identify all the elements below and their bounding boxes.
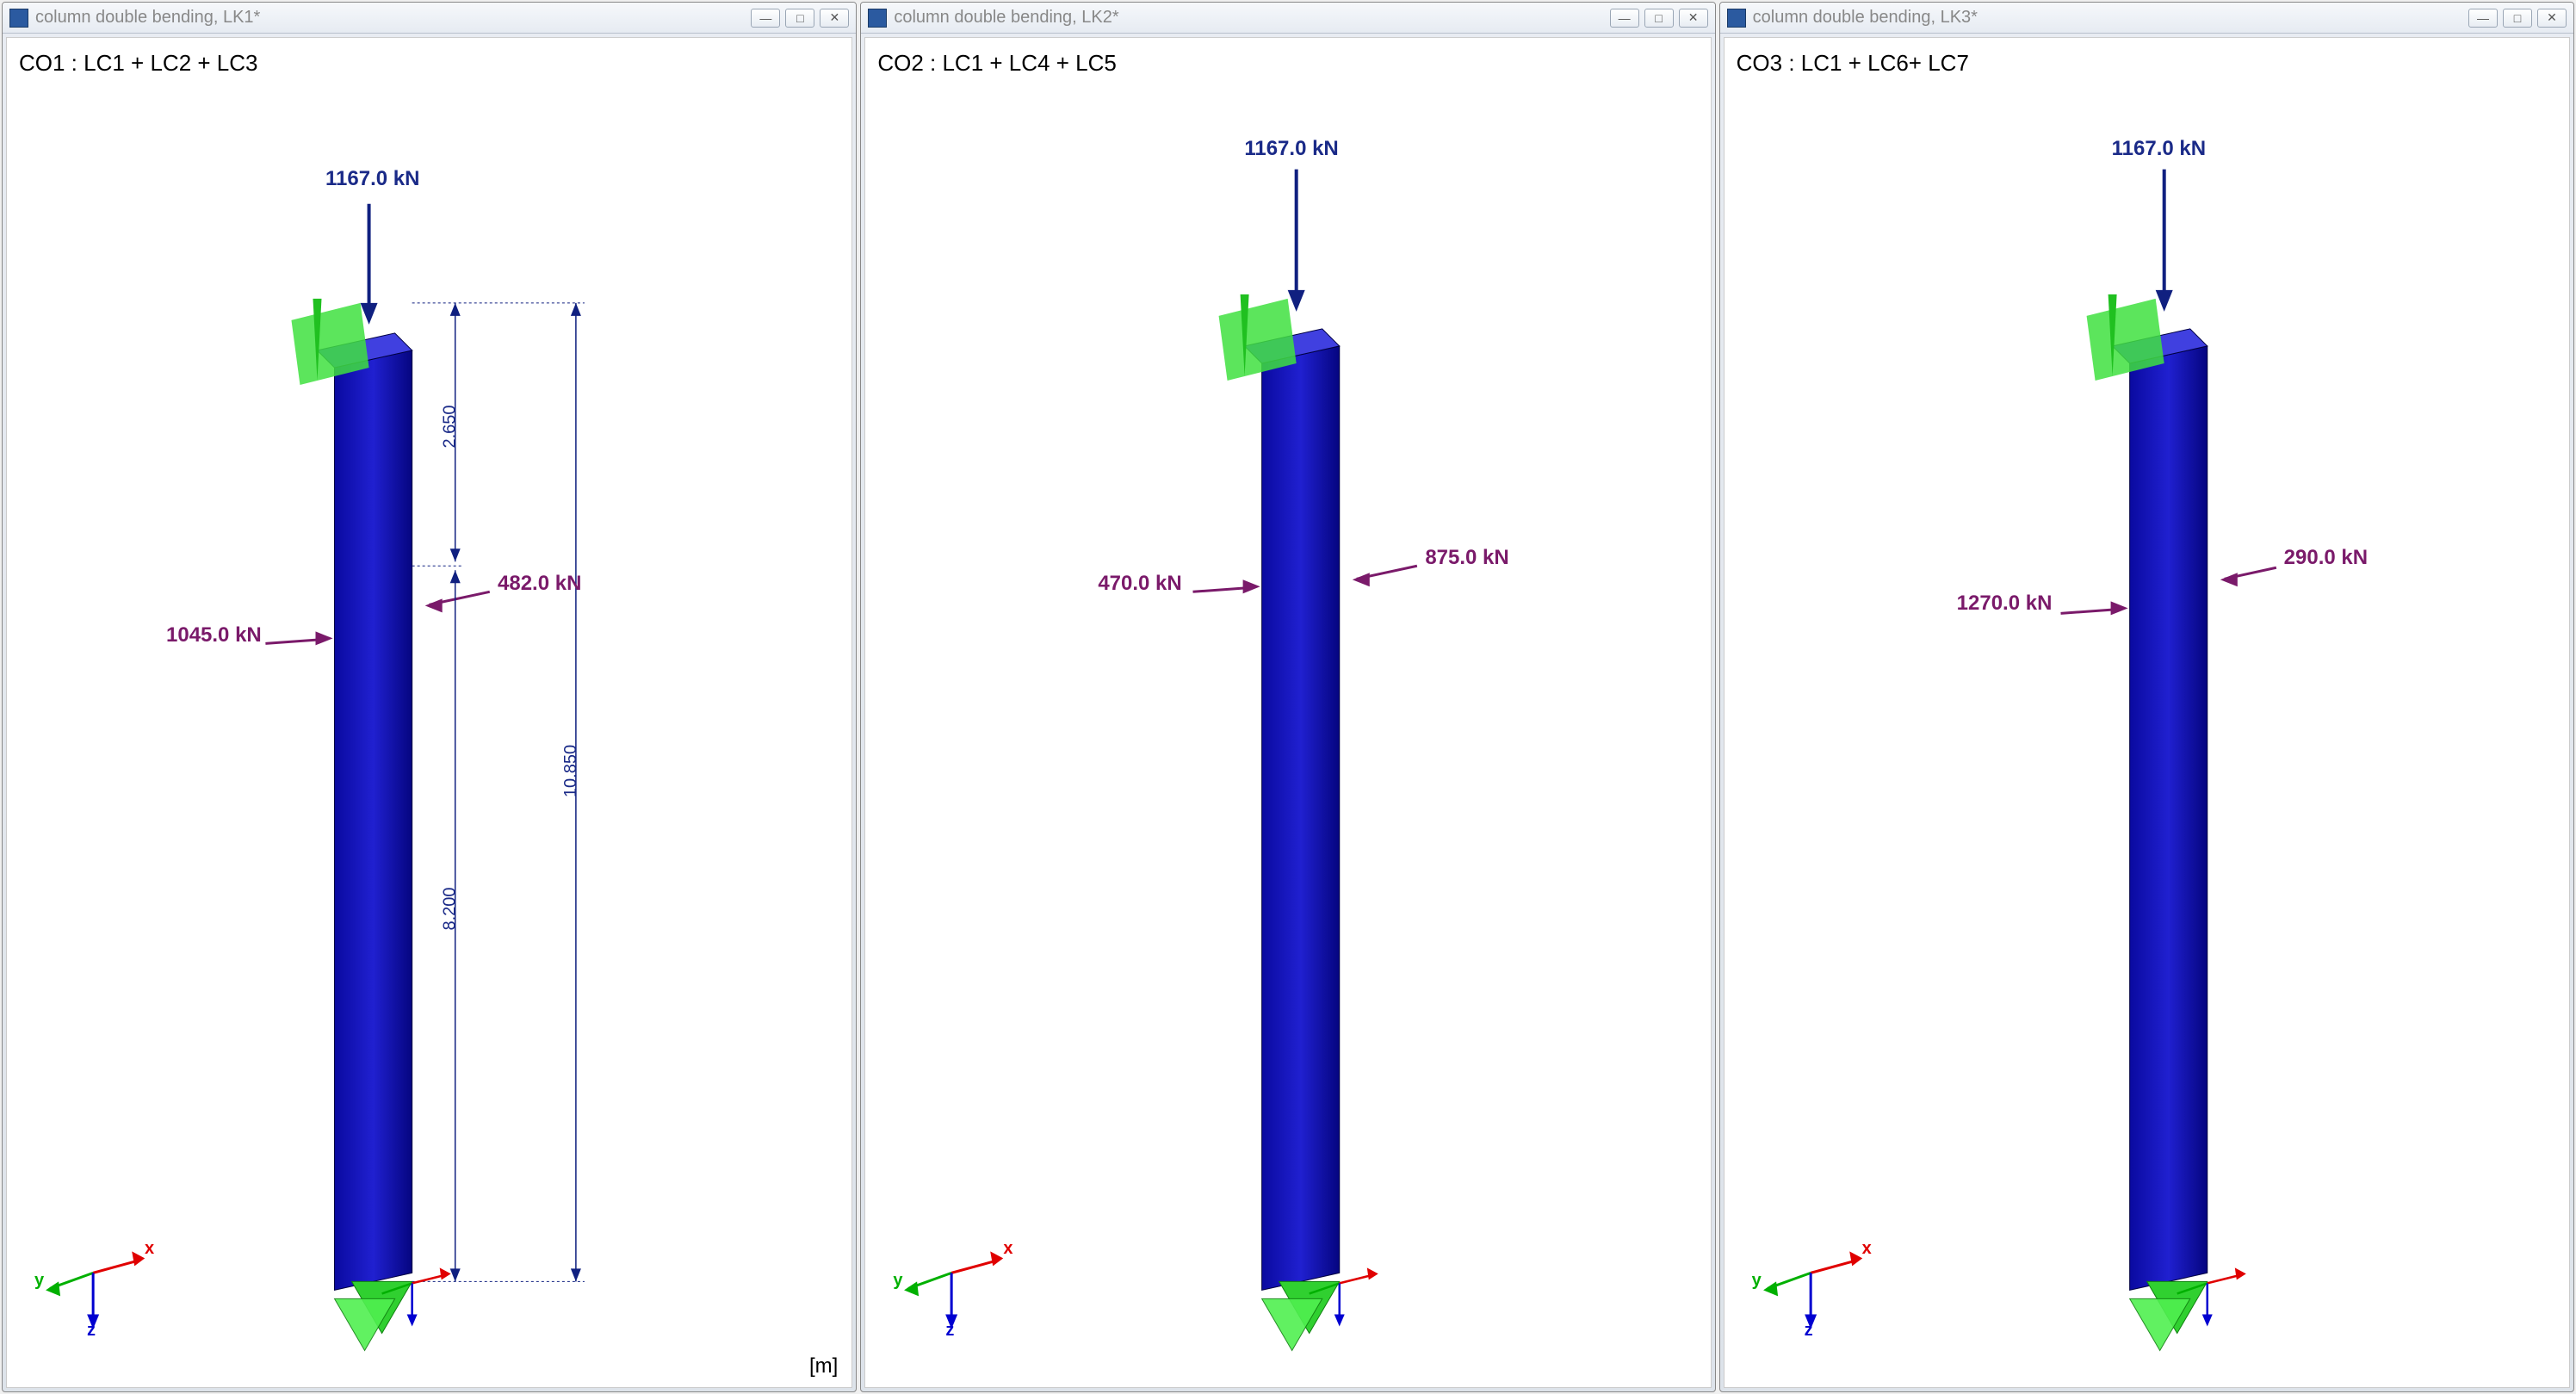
left-load-label: 1045.0 kN [166, 623, 262, 647]
close-button[interactable]: ✕ [2537, 9, 2567, 28]
right-load-label: 290.0 kN [2284, 546, 2368, 570]
axial-load-label: 1167.0 kN [1244, 137, 1338, 161]
window-buttons: ― □ ✕ [1610, 9, 1708, 28]
axis-z-label: z [945, 1321, 954, 1341]
view-pane-3: column double bending, LK3* ― □ ✕ CO3 : … [1719, 2, 2574, 1392]
minimize-button[interactable]: ― [1610, 9, 1639, 28]
axis-y-label: y [1752, 1271, 1762, 1291]
dim-upper: 2.650 [441, 405, 461, 448]
left-load-label: 470.0 kN [1098, 572, 1181, 596]
axis-x-label: x [1003, 1239, 1012, 1259]
app-container: column double bending, LK1* ― □ ✕ CO1 : … [0, 0, 2576, 1394]
titlebar-1[interactable]: column double bending, LK1* ― □ ✕ [3, 3, 856, 34]
axis-y-label: y [34, 1271, 44, 1291]
maximize-button[interactable]: □ [1644, 9, 1674, 28]
close-button[interactable]: ✕ [820, 9, 849, 28]
window-buttons: ― □ ✕ [751, 9, 849, 28]
column-render [1725, 38, 2569, 1387]
app-icon [868, 9, 887, 28]
right-load-label: 875.0 kN [1425, 546, 1508, 570]
view-pane-1: column double bending, LK1* ― □ ✕ CO1 : … [2, 2, 857, 1392]
column-render [865, 38, 1710, 1387]
axis-x-label: x [1862, 1239, 1872, 1259]
unit-label: [m] [809, 1354, 838, 1379]
axis-x-label: x [145, 1239, 154, 1259]
window-title: column double bending, LK3* [1753, 8, 2468, 28]
titlebar-2[interactable]: column double bending, LK2* ― □ ✕ [861, 3, 1714, 34]
axis-z-label: z [87, 1321, 96, 1341]
axial-load-label: 1167.0 kN [2112, 137, 2206, 161]
dim-total: 10.850 [561, 745, 581, 797]
view-pane-2: column double bending, LK2* ― □ ✕ CO2 : … [860, 2, 1715, 1392]
left-load-label: 1270.0 kN [1957, 592, 2053, 616]
window-buttons: ― □ ✕ [2468, 9, 2567, 28]
window-title: column double bending, LK2* [894, 8, 1609, 28]
column-render [7, 38, 851, 1387]
titlebar-3[interactable]: column double bending, LK3* ― □ ✕ [1720, 3, 2573, 34]
viewport-3[interactable]: CO3 : LC1 + LC6+ LC7 [1724, 37, 2570, 1388]
viewport-1[interactable]: CO1 : LC1 + LC2 + LC3 [6, 37, 852, 1388]
minimize-button[interactable]: ― [2468, 9, 2498, 28]
viewport-2[interactable]: CO2 : LC1 + LC4 + LC5 [864, 37, 1711, 1388]
app-icon [1727, 9, 1746, 28]
maximize-button[interactable]: □ [785, 9, 814, 28]
close-button[interactable]: ✕ [1679, 9, 1708, 28]
window-title: column double bending, LK1* [35, 8, 751, 28]
axis-y-label: y [893, 1271, 902, 1291]
axial-load-label: 1167.0 kN [325, 167, 419, 191]
app-icon [9, 9, 28, 28]
dim-lower: 8.200 [441, 887, 461, 930]
minimize-button[interactable]: ― [751, 9, 780, 28]
axis-z-label: z [1805, 1321, 1813, 1341]
maximize-button[interactable]: □ [2503, 9, 2532, 28]
right-load-label: 482.0 kN [498, 572, 581, 596]
